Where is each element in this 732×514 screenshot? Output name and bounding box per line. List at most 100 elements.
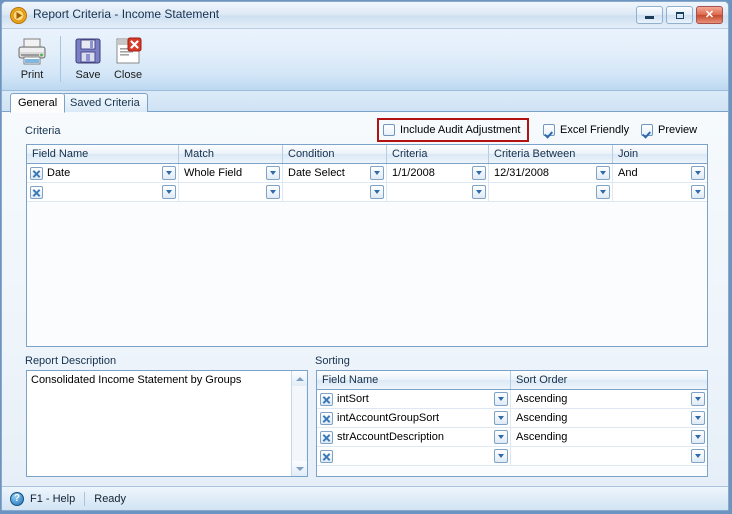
status-separator bbox=[84, 491, 86, 506]
chevron-down-icon[interactable] bbox=[266, 185, 280, 199]
table-row[interactable]: Date Whole Field Date Select 1/1/2008 12… bbox=[27, 164, 707, 183]
toolbar: Print Save Close bbox=[2, 29, 728, 91]
criteria-cell-criteria[interactable] bbox=[387, 183, 489, 201]
help-text[interactable]: F1 - Help bbox=[30, 493, 75, 505]
sorting-cell-sort-order[interactable] bbox=[511, 447, 707, 465]
criteria-cell-criteria[interactable]: 1/1/2008 bbox=[387, 164, 489, 182]
chevron-down-icon[interactable] bbox=[370, 166, 384, 180]
sorting-field-name-value: intSort bbox=[337, 393, 369, 405]
delete-row-icon[interactable] bbox=[320, 392, 333, 406]
chevron-down-icon[interactable] bbox=[691, 449, 705, 463]
excel-friendly-checkbox[interactable]: Excel Friendly bbox=[543, 124, 629, 136]
table-row[interactable]: intSort Ascending bbox=[317, 390, 707, 409]
title-bar: Report Criteria - Income Statement ✕ bbox=[2, 2, 728, 29]
sorting-col-field-name[interactable]: Field Name bbox=[317, 371, 511, 389]
question-mark-icon: ? bbox=[10, 491, 24, 506]
tab-general[interactable]: General bbox=[10, 93, 66, 113]
sorting-group-label: Sorting bbox=[315, 355, 350, 367]
preview-box[interactable] bbox=[641, 124, 653, 136]
maximize-button[interactable] bbox=[666, 6, 693, 24]
close-button[interactable]: ✕ bbox=[696, 6, 723, 24]
criteria-col-match[interactable]: Match bbox=[179, 145, 283, 163]
table-row[interactable]: strAccountDescription Ascending bbox=[317, 428, 707, 447]
table-row[interactable] bbox=[27, 183, 707, 202]
chevron-down-icon[interactable] bbox=[691, 185, 705, 199]
report-description-value: Consolidated Income Statement by Groups bbox=[31, 374, 242, 386]
criteria-cell-field-name[interactable]: Date bbox=[27, 164, 179, 182]
chevron-down-icon[interactable] bbox=[691, 166, 705, 180]
close-toolbar-button[interactable]: Close bbox=[104, 32, 152, 88]
criteria-grid-header: Field Name Match Condition Criteria Crit… bbox=[27, 145, 707, 164]
chevron-down-icon[interactable] bbox=[472, 166, 486, 180]
criteria-col-criteria[interactable]: Criteria bbox=[387, 145, 489, 163]
chevron-down-icon[interactable] bbox=[691, 411, 705, 425]
scrollbar-track[interactable] bbox=[293, 386, 306, 461]
floppy-disk-icon bbox=[72, 35, 104, 67]
tab-strip: General Saved Criteria bbox=[2, 91, 728, 113]
preview-checkbox[interactable]: Preview bbox=[641, 124, 697, 136]
sorting-cell-field-name[interactable]: intSort bbox=[317, 390, 511, 408]
criteria-cell-condition[interactable] bbox=[283, 183, 387, 201]
chevron-down-icon[interactable] bbox=[494, 449, 508, 463]
include-audit-adjustment-checkbox[interactable]: Include Audit Adjustment bbox=[383, 124, 520, 136]
sorting-cell-field-name[interactable] bbox=[317, 447, 511, 465]
chevron-down-icon[interactable] bbox=[691, 392, 705, 406]
delete-row-icon[interactable] bbox=[30, 185, 43, 199]
sorting-sort-order-value: Ascending bbox=[516, 412, 568, 424]
criteria-col-field-name[interactable]: Field Name bbox=[27, 145, 179, 163]
chevron-down-icon[interactable] bbox=[691, 430, 705, 444]
criteria-col-join[interactable]: Join bbox=[613, 145, 707, 163]
chevron-down-icon[interactable] bbox=[596, 185, 610, 199]
sorting-cell-sort-order[interactable]: Ascending bbox=[511, 390, 707, 408]
status-state-text: Ready bbox=[94, 492, 127, 505]
preview-label: Preview bbox=[658, 124, 698, 136]
excel-friendly-box[interactable] bbox=[543, 124, 555, 136]
chevron-down-icon[interactable] bbox=[162, 185, 176, 199]
sorting-col-sort-order[interactable]: Sort Order bbox=[511, 371, 707, 389]
sorting-grid-header: Field Name Sort Order bbox=[317, 371, 707, 390]
criteria-cell-match[interactable]: Whole Field bbox=[179, 164, 283, 182]
print-button[interactable]: Print bbox=[8, 32, 56, 88]
chevron-down-icon[interactable] bbox=[472, 185, 486, 199]
chevron-down-icon[interactable] bbox=[596, 166, 610, 180]
chevron-down-icon[interactable] bbox=[370, 185, 384, 199]
criteria-col-criteria-between[interactable]: Criteria Between bbox=[489, 145, 613, 163]
scroll-up-icon[interactable] bbox=[292, 371, 307, 386]
criteria-cell-join[interactable] bbox=[613, 183, 707, 201]
sorting-cell-field-name[interactable]: strAccountDescription bbox=[317, 428, 511, 446]
description-scrollbar[interactable] bbox=[291, 371, 307, 476]
chevron-down-icon[interactable] bbox=[162, 166, 176, 180]
delete-row-icon[interactable] bbox=[320, 411, 333, 425]
tab-saved-criteria[interactable]: Saved Criteria bbox=[62, 93, 148, 112]
scroll-down-icon[interactable] bbox=[292, 461, 307, 476]
criteria-cell-criteria-between[interactable]: 12/31/2008 bbox=[489, 164, 613, 182]
criteria-col-condition[interactable]: Condition bbox=[283, 145, 387, 163]
sorting-cell-sort-order[interactable]: Ascending bbox=[511, 428, 707, 446]
print-label: Print bbox=[20, 69, 44, 81]
delete-row-icon[interactable] bbox=[320, 430, 333, 444]
criteria-cell-criteria-between[interactable] bbox=[489, 183, 613, 201]
report-description-field[interactable]: Consolidated Income Statement by Groups bbox=[26, 370, 308, 477]
criteria-cell-condition[interactable]: Date Select bbox=[283, 164, 387, 182]
include-audit-adjustment-label: Include Audit Adjustment bbox=[400, 124, 521, 136]
delete-row-icon[interactable] bbox=[30, 166, 43, 180]
sorting-field-name-value: intAccountGroupSort bbox=[337, 412, 440, 424]
chevron-down-icon[interactable] bbox=[266, 166, 280, 180]
criteria-cell-join[interactable]: And bbox=[613, 164, 707, 182]
document-close-icon bbox=[112, 35, 144, 67]
include-audit-adjustment-box[interactable] bbox=[383, 124, 395, 136]
criteria-cell-field-name[interactable] bbox=[27, 183, 179, 201]
report-description-label: Report Description bbox=[25, 355, 117, 367]
chevron-down-icon[interactable] bbox=[494, 392, 508, 406]
chevron-down-icon[interactable] bbox=[494, 430, 508, 444]
window-title: Report Criteria - Income Statement bbox=[33, 7, 220, 21]
criteria-cell-match[interactable] bbox=[179, 183, 283, 201]
table-row[interactable] bbox=[317, 447, 707, 466]
sorting-cell-sort-order[interactable]: Ascending bbox=[511, 409, 707, 427]
minimize-button[interactable] bbox=[636, 6, 663, 24]
application-window: Report Criteria - Income Statement ✕ Pri… bbox=[1, 1, 729, 511]
delete-row-icon[interactable] bbox=[320, 449, 333, 463]
table-row[interactable]: intAccountGroupSort Ascending bbox=[317, 409, 707, 428]
sorting-cell-field-name[interactable]: intAccountGroupSort bbox=[317, 409, 511, 427]
chevron-down-icon[interactable] bbox=[494, 411, 508, 425]
